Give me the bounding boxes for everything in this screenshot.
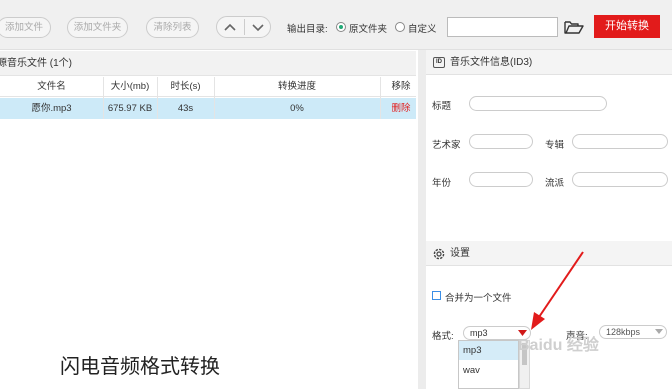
bitrate-select[interactable]: 128kbps	[599, 325, 667, 339]
album-field[interactable]	[572, 134, 668, 149]
title-field[interactable]	[469, 96, 607, 111]
option-original-label: 原文件夹	[349, 24, 388, 35]
gear-icon	[433, 248, 445, 260]
column-header-row: 文件名 大小(mb) 时长(s) 转换进度 移除	[0, 77, 416, 97]
artist-label: 艺术家	[432, 140, 461, 151]
col-size: 大小(mb)	[110, 81, 150, 92]
col-divider	[157, 77, 158, 119]
id3-panel-header: 音乐文件信息(ID3)	[426, 50, 672, 75]
watermark-text: Baidu 经验	[518, 337, 599, 354]
add-file-button[interactable]: 添加文件	[0, 17, 51, 38]
chevron-down-icon	[252, 24, 264, 32]
artist-field[interactable]	[469, 134, 533, 149]
album-label: 专辑	[545, 140, 565, 151]
col-divider	[214, 77, 215, 119]
genre-field[interactable]	[572, 172, 668, 187]
move-order-group	[216, 16, 271, 38]
genre-label: 流派	[545, 178, 565, 189]
col-progress: 转换进度	[277, 81, 316, 92]
col-remove: 移除	[391, 81, 411, 92]
merge-label: 合并为一个文件	[445, 293, 512, 304]
table-row[interactable]: 愿你.mp3 675.97 KB 43s 0% 删除	[0, 98, 416, 119]
cell-progress: 0%	[290, 103, 304, 114]
toolbar: 添加文件 添加文件夹 清除列表 输出目录: 原文件夹 自定义 开始转换	[0, 0, 672, 50]
cell-size: 675.97 KB	[107, 103, 153, 114]
bitrate-select-value: 128kbps	[606, 327, 641, 337]
id3-icon: ID	[433, 57, 445, 68]
file-list-title: 源音乐文件 (1个)	[0, 58, 72, 69]
option-custom-label: 自定义	[408, 24, 437, 35]
cell-duration: 43s	[177, 103, 194, 114]
year-label: 年份	[432, 178, 452, 189]
panel-splitter[interactable]	[418, 50, 426, 389]
merge-checkbox[interactable]	[432, 291, 441, 300]
add-folder-button[interactable]: 添加文件夹	[67, 17, 128, 38]
col-duration: 时长(s)	[170, 81, 201, 92]
delete-link[interactable]: 删除	[380, 98, 422, 119]
id3-title: 音乐文件信息(ID3)	[450, 57, 533, 68]
move-down-button[interactable]	[245, 17, 271, 37]
output-dir-label: 输出目录:	[287, 24, 328, 35]
file-list-header: 源音乐文件 (1个)	[0, 51, 416, 76]
chevron-down-icon	[655, 329, 663, 334]
settings-title: 设置	[450, 248, 470, 259]
folder-open-icon	[564, 21, 584, 34]
caption-text: 闪电音频格式转换	[60, 354, 220, 378]
move-up-button[interactable]	[217, 17, 243, 37]
col-filename: 文件名	[37, 81, 66, 92]
annotation-arrow-icon	[531, 251, 584, 330]
radio-original-folder[interactable]	[336, 22, 346, 32]
year-field[interactable]	[469, 172, 533, 187]
format-option-mp3[interactable]: mp3	[459, 341, 518, 360]
output-path-input[interactable]	[447, 17, 558, 37]
start-convert-button[interactable]: 开始转换	[594, 15, 660, 38]
cell-filename: 愿你.mp3	[31, 103, 72, 114]
clear-list-button[interactable]: 清除列表	[146, 17, 199, 38]
chevron-up-icon	[224, 23, 236, 31]
format-label: 格式:	[432, 331, 454, 342]
browse-folder-button[interactable]	[563, 17, 585, 37]
format-option-wav[interactable]: wav	[459, 361, 518, 380]
col-divider	[380, 77, 381, 119]
format-select-value: mp3	[470, 328, 488, 338]
format-dropdown-list: mp3 wav	[458, 340, 519, 389]
col-divider	[103, 77, 104, 119]
radio-custom-folder[interactable]	[395, 22, 405, 32]
title-label: 标题	[432, 101, 452, 112]
